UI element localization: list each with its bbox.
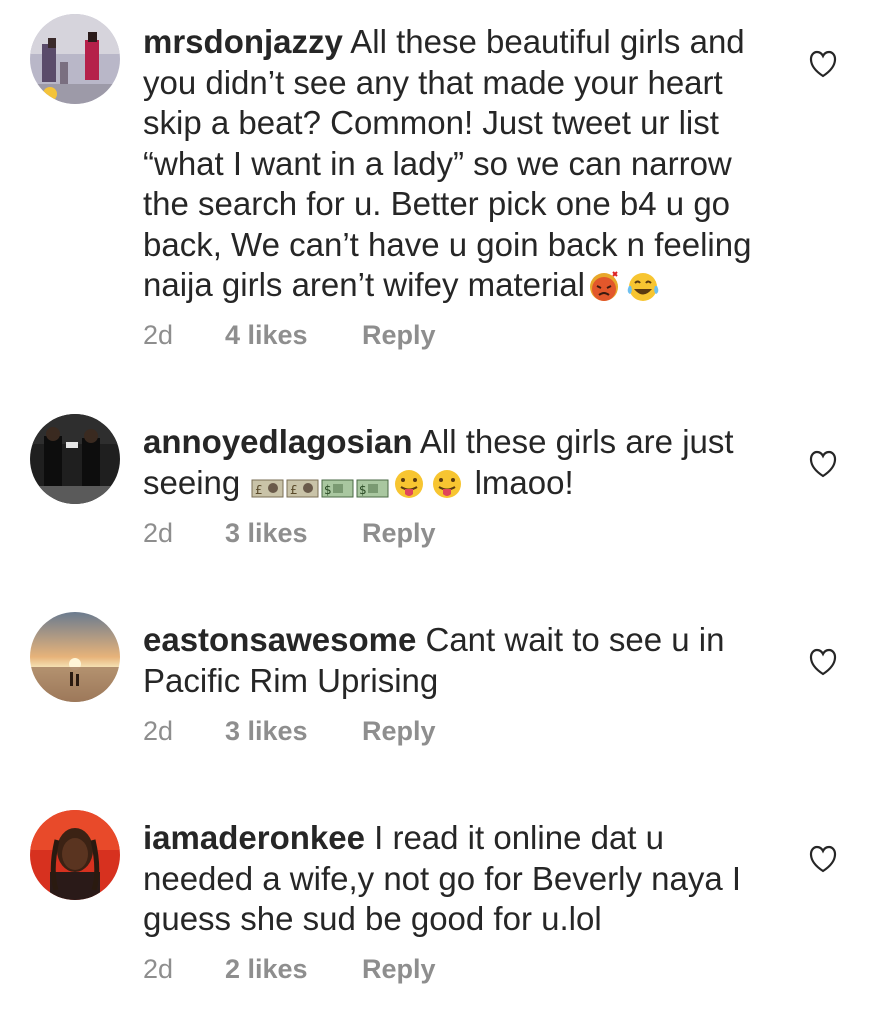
reply-button[interactable]: Reply: [362, 320, 436, 351]
pound-banknote-icon: £: [286, 476, 319, 500]
tears-of-joy-icon: [625, 270, 661, 302]
comment-text: All these beautiful girls and you didn’t…: [143, 23, 752, 303]
comment-timestamp: 2d: [143, 518, 174, 548]
comment-likes[interactable]: 3 likes: [225, 518, 308, 549]
reply-button[interactable]: Reply: [362, 716, 436, 747]
reply-button[interactable]: Reply: [362, 954, 436, 985]
angry-face-icon: [587, 270, 623, 302]
comment-username[interactable]: annoyedlagosian: [143, 423, 413, 460]
tongue-face-icon: [391, 468, 427, 500]
svg-text:£: £: [290, 483, 298, 497]
comment-username[interactable]: mrsdonjazzy: [143, 23, 343, 60]
reply-button[interactable]: Reply: [362, 518, 436, 549]
like-heart-icon[interactable]: [808, 648, 838, 676]
comment-likes[interactable]: 4 likes: [225, 320, 308, 351]
comment-timestamp: 2d: [143, 954, 174, 984]
svg-text:$: $: [324, 483, 332, 497]
comment-timestamp: 2d: [143, 716, 174, 746]
avatar[interactable]: [30, 14, 120, 104]
comment-likes[interactable]: 2 likes: [225, 954, 308, 985]
like-heart-icon[interactable]: [808, 450, 838, 478]
comment-timestamp: 2d: [143, 320, 174, 350]
avatar[interactable]: [30, 414, 120, 504]
comment-body: annoyedlagosian All these girls are just…: [143, 422, 783, 503]
comment-body: eastonsawesome Cant wait to see u in Pac…: [143, 620, 783, 701]
comment-username[interactable]: iamaderonkee: [143, 819, 365, 856]
svg-text:$: $: [359, 483, 367, 497]
tongue-face-icon: [429, 468, 465, 500]
comment-body: iamaderonkee I read it online dat u need…: [143, 818, 783, 940]
avatar[interactable]: [30, 810, 120, 900]
like-heart-icon[interactable]: [808, 50, 838, 78]
dollar-banknote-icon: $: [356, 476, 389, 500]
comment-text-after: lmaoo!: [474, 463, 574, 501]
pound-banknote-icon: £: [251, 476, 284, 500]
comment-body: mrsdonjazzy All these beautiful girls an…: [143, 22, 783, 306]
avatar[interactable]: [30, 612, 120, 702]
svg-text:£: £: [255, 483, 263, 497]
dollar-banknote-icon: $: [321, 476, 354, 500]
like-heart-icon[interactable]: [808, 845, 838, 873]
comment-likes[interactable]: 3 likes: [225, 716, 308, 747]
comment-username[interactable]: eastonsawesome: [143, 621, 416, 658]
